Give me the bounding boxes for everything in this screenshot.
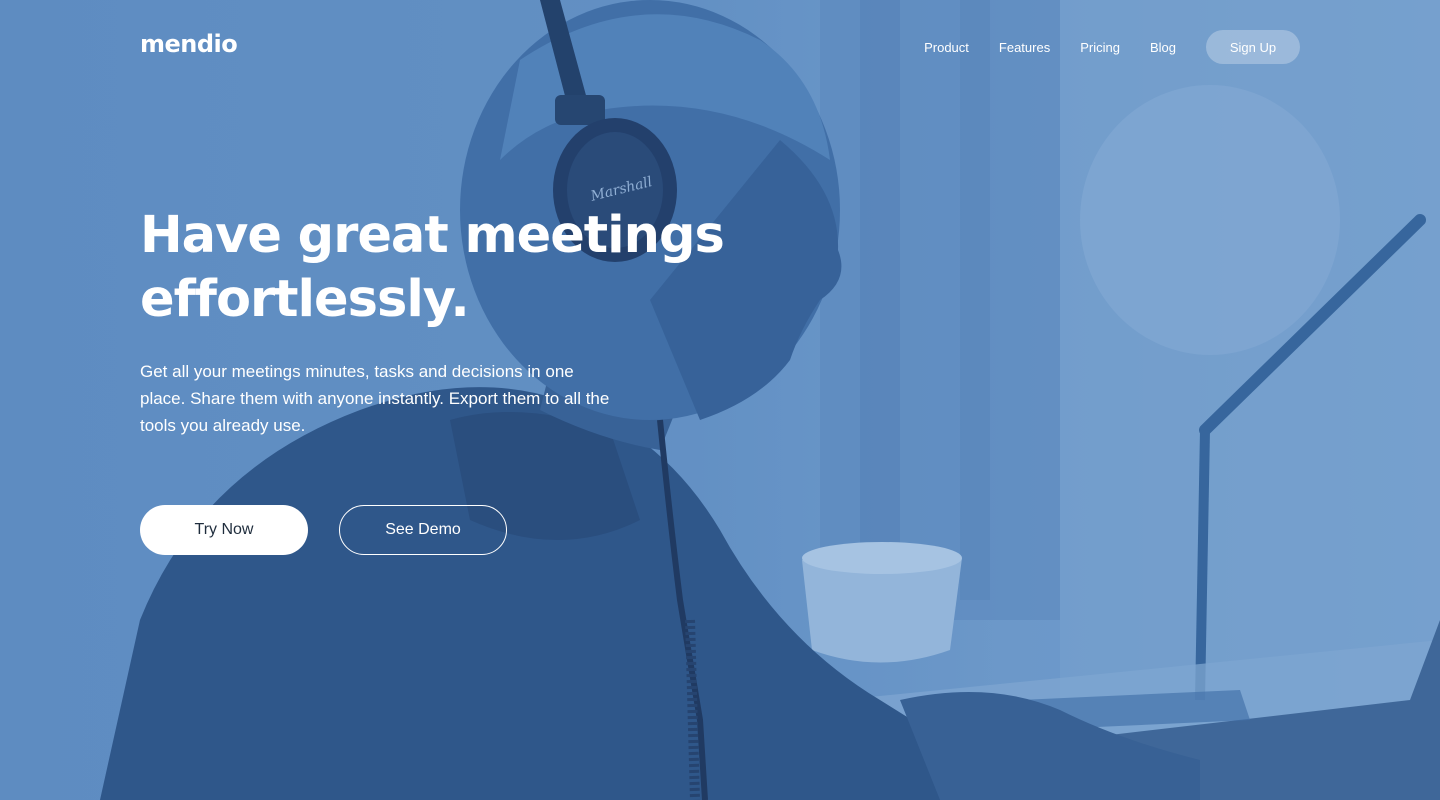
- hero-headline-line1: Have great meetings: [140, 206, 725, 265]
- try-now-button[interactable]: Try Now: [140, 505, 308, 555]
- see-demo-button[interactable]: See Demo: [339, 505, 507, 555]
- nav-link-product[interactable]: Product: [924, 40, 969, 55]
- sign-up-button[interactable]: Sign Up: [1206, 30, 1300, 64]
- nav-link-pricing[interactable]: Pricing: [1080, 40, 1120, 55]
- top-nav: Product Features Pricing Blog Sign Up: [924, 30, 1300, 64]
- nav-link-blog[interactable]: Blog: [1150, 40, 1176, 55]
- nav-link-features[interactable]: Features: [999, 40, 1050, 55]
- hero-headline-line2: effortlessly.: [140, 270, 470, 329]
- hero-headline: Have great meetings effortlessly.: [140, 204, 760, 332]
- hero-section: Marshall mendio Product Features Pricing…: [0, 0, 1440, 800]
- hero-subtext: Get all your meetings minutes, tasks and…: [140, 362, 610, 435]
- brand-logo[interactable]: mendio: [140, 30, 238, 58]
